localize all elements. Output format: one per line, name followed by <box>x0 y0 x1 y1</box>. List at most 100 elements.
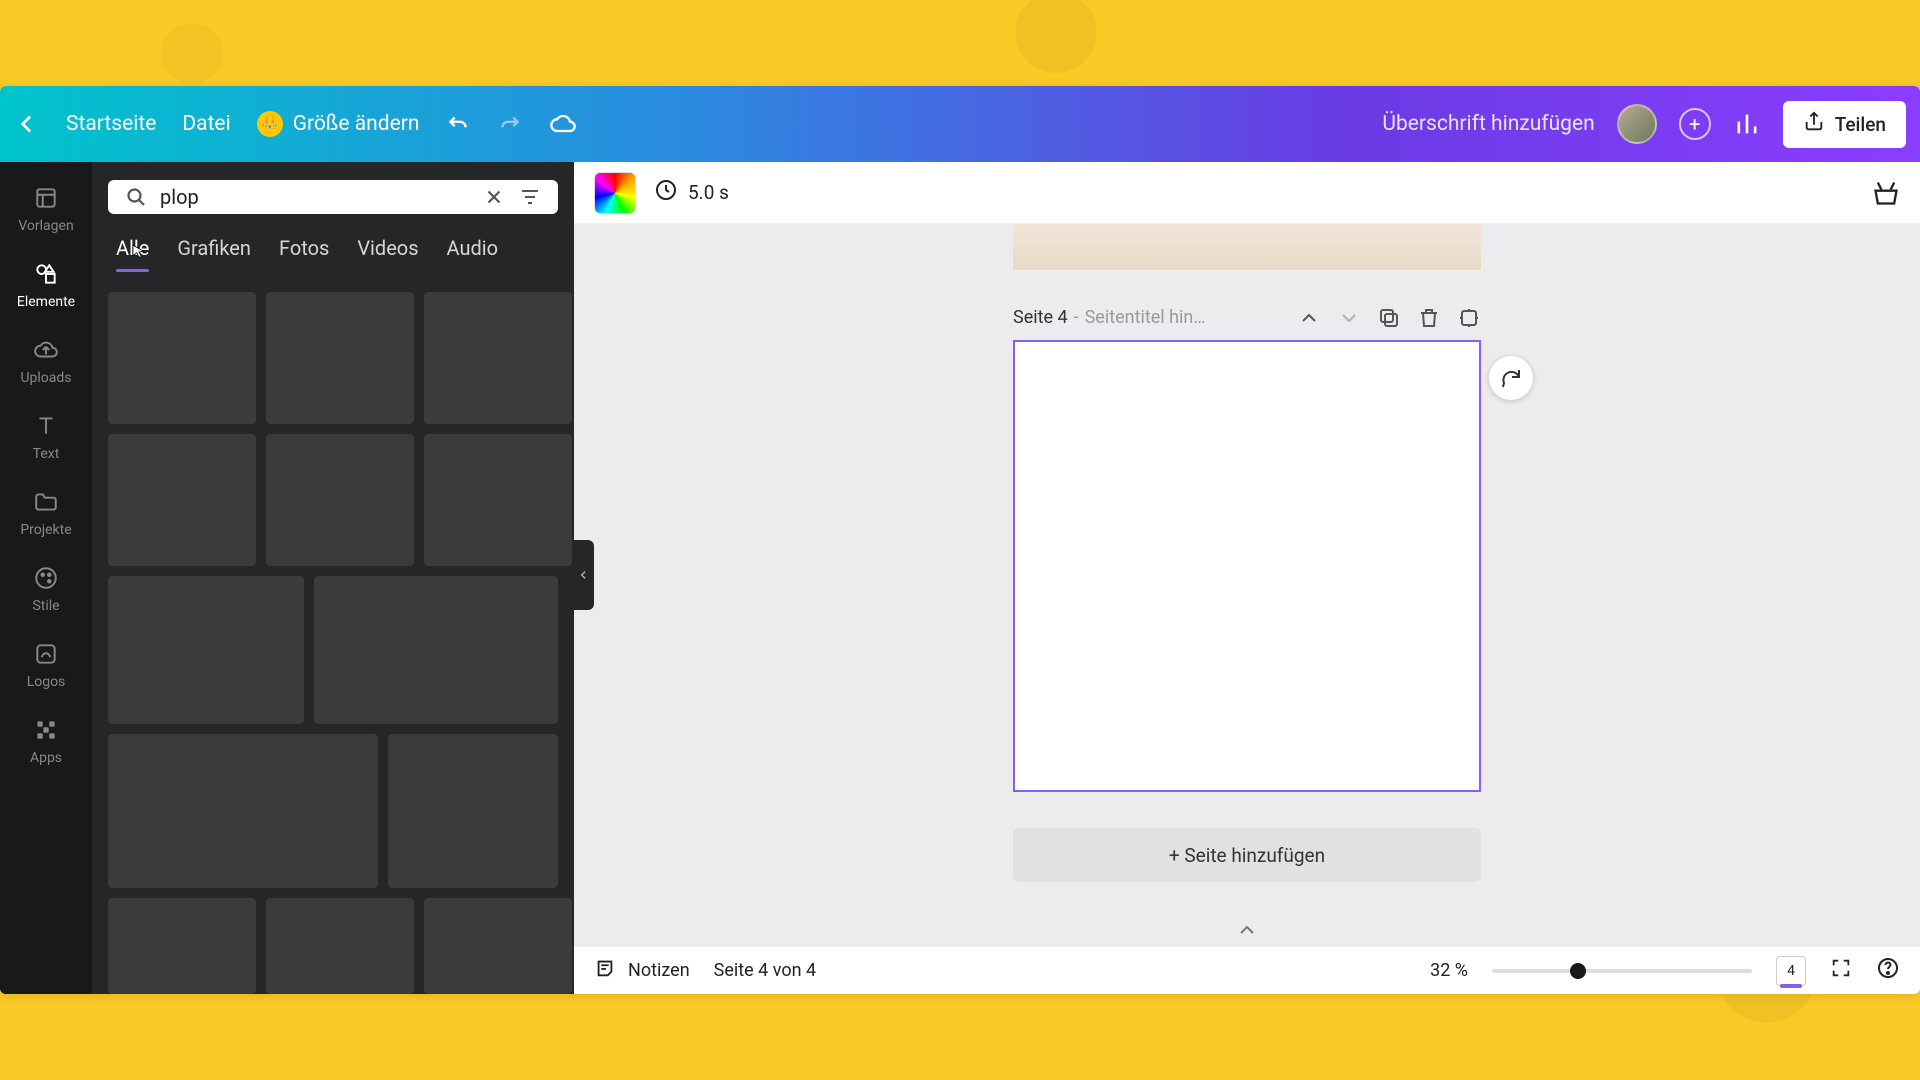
zoom-slider[interactable] <box>1492 969 1752 973</box>
uploads-icon <box>32 336 60 364</box>
result-thumb[interactable] <box>108 734 378 888</box>
rail-label: Uploads <box>20 370 71 386</box>
move-up-button[interactable] <box>1297 306 1321 330</box>
result-thumb[interactable] <box>266 898 414 994</box>
regenerate-button[interactable] <box>1489 356 1533 400</box>
cursor-icon <box>130 242 148 260</box>
result-thumb[interactable] <box>424 898 572 994</box>
rail-label: Text <box>33 446 60 462</box>
timeline-expand-handle[interactable] <box>1235 918 1259 946</box>
rail-item-projects[interactable]: Projekte <box>0 476 92 550</box>
templates-icon <box>32 184 60 212</box>
result-thumb[interactable] <box>108 292 256 424</box>
duration-value: 5.0 s <box>688 181 729 204</box>
resize-button[interactable]: 👑 Größe ändern <box>257 111 420 137</box>
file-menu[interactable]: Datei <box>182 112 230 136</box>
page-number-label: Seite 4 <box>1013 307 1068 328</box>
search-input[interactable] <box>160 185 470 209</box>
tab-photos[interactable]: Fotos <box>279 236 329 270</box>
main-area: 5.0 s Seite 4 - Seitentitel hin… <box>574 162 1920 994</box>
rail-item-text[interactable]: Text <box>0 400 92 474</box>
rail-item-templates[interactable]: Vorlagen <box>0 172 92 246</box>
elements-panel: Alle Grafiken Fotos Videos Audio <box>92 162 574 994</box>
result-thumb[interactable] <box>314 576 558 724</box>
delete-page-button[interactable] <box>1417 306 1441 330</box>
toolbar-right: Überschrift hinzufügen + Teilen <box>1382 101 1906 148</box>
home-link[interactable]: Startseite <box>66 112 156 136</box>
rail-item-elements[interactable]: Elemente <box>0 248 92 322</box>
page-header: Seite 4 - Seitentitel hin… <box>1013 306 1481 330</box>
tab-audio[interactable]: Audio <box>447 236 499 270</box>
result-thumb[interactable] <box>266 292 414 424</box>
canvas-scroll[interactable]: Seite 4 - Seitentitel hin… + <box>574 224 1920 946</box>
tab-videos[interactable]: Videos <box>357 236 418 270</box>
page-duration-button[interactable]: 5.0 s <box>654 178 729 207</box>
result-thumb[interactable] <box>424 434 572 566</box>
plus-icon: + <box>1689 112 1700 136</box>
rail-item-uploads[interactable]: Uploads <box>0 324 92 398</box>
tab-graphics[interactable]: Grafiken <box>177 236 251 270</box>
result-thumb[interactable] <box>424 292 572 424</box>
text-icon <box>32 412 60 440</box>
result-thumb[interactable] <box>108 576 304 724</box>
resize-label: Größe ändern <box>293 112 420 136</box>
page-title-input[interactable]: Seitentitel hin… <box>1085 307 1206 328</box>
cloud-sync-icon[interactable] <box>549 110 577 138</box>
zoom-slider-knob[interactable] <box>1570 963 1586 979</box>
canvas-toolbar: 5.0 s <box>574 162 1920 224</box>
add-page-button[interactable]: + Seite hinzufügen <box>1013 828 1481 882</box>
avatar[interactable] <box>1617 104 1657 144</box>
elements-icon <box>32 260 60 288</box>
side-rail: Vorlagen Elemente Uploads Text Projekte … <box>0 162 92 994</box>
analytics-button[interactable] <box>1733 110 1761 138</box>
panel-tabs: Alle Grafiken Fotos Videos Audio <box>108 236 558 270</box>
rail-item-apps[interactable]: Apps <box>0 704 92 778</box>
results-grid <box>108 292 558 994</box>
page-counter: Seite 4 von 4 <box>714 960 816 981</box>
notes-button[interactable]: Notizen <box>594 957 690 984</box>
filter-button[interactable] <box>518 185 542 209</box>
rail-label: Vorlagen <box>18 218 73 234</box>
add-page-label: + Seite hinzufügen <box>1169 844 1325 867</box>
move-down-button[interactable] <box>1337 306 1361 330</box>
top-toolbar: Startseite Datei 👑 Größe ändern Überschr… <box>0 86 1920 162</box>
share-button[interactable]: Teilen <box>1783 101 1906 148</box>
help-button[interactable] <box>1876 956 1900 985</box>
rail-item-logos[interactable]: Logos <box>0 628 92 702</box>
search-field[interactable] <box>108 180 558 214</box>
rail-label: Apps <box>30 750 62 766</box>
share-label: Teilen <box>1835 113 1886 136</box>
effects-button[interactable] <box>1872 179 1900 207</box>
tab-all[interactable]: Alle <box>116 236 149 270</box>
rail-item-styles[interactable]: Stile <box>0 552 92 626</box>
add-collaborator-button[interactable]: + <box>1679 108 1711 140</box>
page-more-button[interactable] <box>1457 306 1481 330</box>
result-thumb[interactable] <box>266 434 414 566</box>
back-icon[interactable] <box>14 111 40 137</box>
notes-icon <box>594 957 616 984</box>
apps-icon <box>32 716 60 744</box>
result-thumb[interactable] <box>108 434 256 566</box>
notes-label: Notizen <box>628 960 690 981</box>
duplicate-page-button[interactable] <box>1377 306 1401 330</box>
previous-page-peek[interactable] <box>1013 224 1481 270</box>
clear-search-button[interactable] <box>482 185 506 209</box>
crown-icon: 👑 <box>257 111 283 137</box>
editor-body: Vorlagen Elemente Uploads Text Projekte … <box>0 162 1920 994</box>
clock-icon <box>654 178 678 207</box>
fullscreen-button[interactable] <box>1830 957 1852 984</box>
bottom-bar: Notizen Seite 4 von 4 32 % 4 <box>574 946 1920 994</box>
result-thumb[interactable] <box>388 734 558 888</box>
folder-icon <box>32 488 60 516</box>
background-color-picker[interactable] <box>594 172 636 214</box>
undo-button[interactable] <box>445 111 471 137</box>
redo-button[interactable] <box>497 111 523 137</box>
rail-label: Elemente <box>17 294 75 310</box>
pages-grid-button[interactable]: 4 <box>1776 956 1806 986</box>
design-title-input[interactable]: Überschrift hinzufügen <box>1382 112 1594 136</box>
result-thumb[interactable] <box>108 898 256 994</box>
rail-label: Projekte <box>20 522 71 538</box>
zoom-label: 32 % <box>1430 960 1468 981</box>
canvas-page[interactable] <box>1013 340 1481 792</box>
collapse-panel-handle[interactable] <box>574 540 594 610</box>
